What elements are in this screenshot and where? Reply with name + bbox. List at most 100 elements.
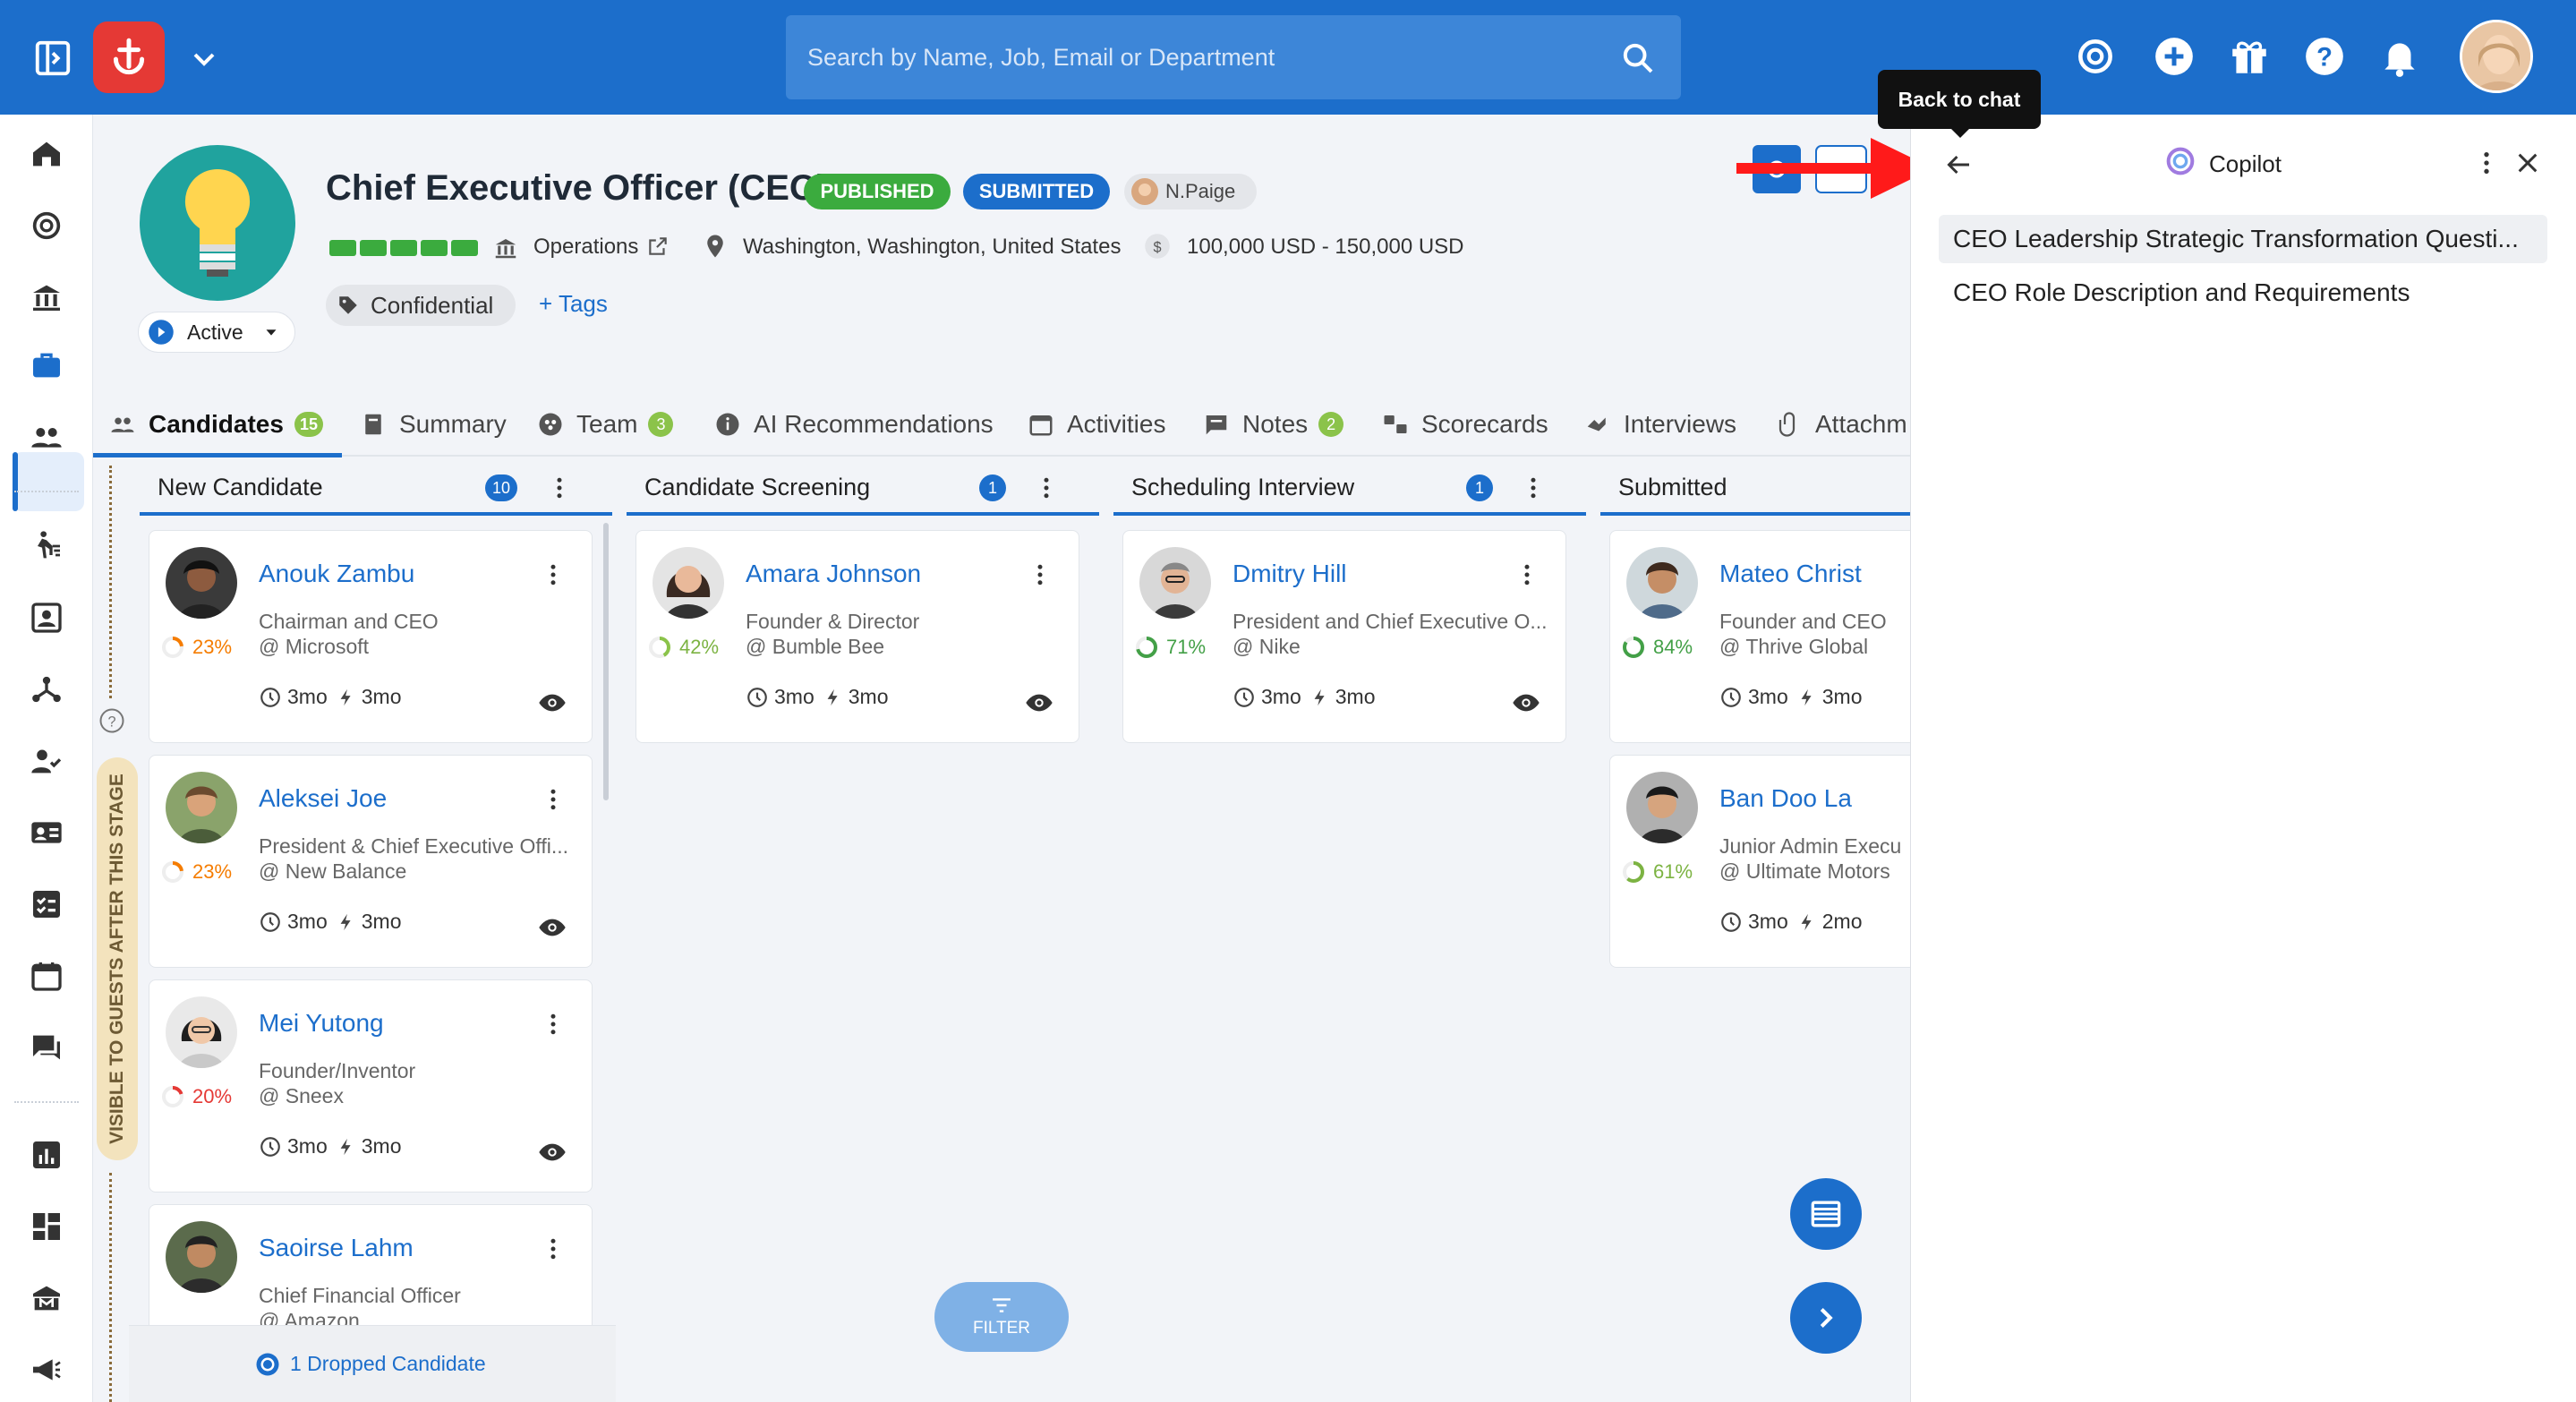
kebab-icon[interactable] xyxy=(546,474,573,501)
column-submitted[interactable]: Submitted xyxy=(1600,462,1910,516)
department-link[interactable]: Operations xyxy=(533,235,638,260)
external-link-icon[interactable] xyxy=(646,235,670,258)
list-view-button[interactable] xyxy=(1790,1178,1862,1250)
back-arrow-icon[interactable] xyxy=(1942,149,1975,181)
progress-segment xyxy=(360,240,387,256)
kebab-icon[interactable] xyxy=(2472,149,2501,177)
help-icon[interactable]: ? xyxy=(2302,34,2347,79)
eye-icon[interactable] xyxy=(1025,688,1053,717)
top-bar: ? xyxy=(0,0,2576,115)
search-input[interactable] xyxy=(786,15,1591,99)
candidate-name[interactable]: Aleksei Joe xyxy=(259,784,387,813)
candidate-name[interactable]: Mei Yutong xyxy=(259,1009,384,1038)
contact-card-icon[interactable] xyxy=(29,600,64,636)
score-ring-icon xyxy=(1136,637,1157,658)
chevron-down-icon[interactable] xyxy=(186,41,222,77)
guest-visibility-label: VISIBLE TO GUESTS AFTER THIS STAGE xyxy=(97,757,138,1160)
candidate-card[interactable]: Saoirse Lahm Chief Financial Officer @ A… xyxy=(149,1204,593,1325)
dropped-label: 1 Dropped Candidate xyxy=(290,1352,486,1375)
copilot-chat-item[interactable]: CEO Role Description and Requirements xyxy=(1939,269,2547,317)
kebab-icon[interactable] xyxy=(1514,561,1540,588)
tab-summary[interactable]: Summary xyxy=(360,394,507,455)
plus-circle-icon[interactable] xyxy=(2152,34,2196,79)
copilot-chat-item[interactable]: CEO Leadership Strategic Transformation … xyxy=(1939,215,2547,263)
megaphone-icon[interactable] xyxy=(29,1352,64,1388)
lightning-icon xyxy=(827,688,838,705)
close-icon[interactable] xyxy=(2513,149,2542,177)
tab-label: Attachm xyxy=(1815,410,1907,438)
filter-button[interactable]: FILTER xyxy=(934,1282,1069,1352)
next-button[interactable] xyxy=(1790,1282,1862,1354)
tab-team[interactable]: Team 3 xyxy=(537,394,674,455)
tab-candidates[interactable]: Candidates 15 xyxy=(109,394,323,455)
id-card-icon[interactable] xyxy=(29,815,64,851)
kebab-icon[interactable] xyxy=(1027,561,1053,588)
status-dropdown[interactable]: Active xyxy=(138,312,295,353)
candidate-name[interactable]: Ban Doo La xyxy=(1719,784,1852,813)
owner-chip[interactable]: N.Paige xyxy=(1124,174,1257,209)
dropped-candidates-link[interactable]: 1 Dropped Candidate xyxy=(129,1325,616,1402)
kebab-icon[interactable] xyxy=(540,1011,567,1038)
walking-person-icon[interactable] xyxy=(29,528,64,564)
openai-icon[interactable] xyxy=(2073,34,2118,79)
calendar-icon[interactable] xyxy=(29,958,64,994)
kebab-icon[interactable] xyxy=(1033,474,1060,501)
candidate-card[interactable]: Anouk Zambu Chairman and CEO @ Microsoft… xyxy=(149,530,593,743)
sidebar-toggle-icon[interactable] xyxy=(32,38,73,79)
tab-attachments[interactable]: Attachm xyxy=(1776,394,1907,455)
tab-notes[interactable]: Notes 2 xyxy=(1203,394,1344,455)
candidate-card[interactable]: Aleksei Joe President & Chief Executive … xyxy=(149,755,593,968)
global-search[interactable] xyxy=(786,15,1681,99)
openai-nav-icon[interactable] xyxy=(29,208,64,244)
tab-ai-recommendations[interactable]: AI Recommendations xyxy=(714,394,994,455)
kebab-icon[interactable] xyxy=(540,1235,567,1262)
app-logo[interactable] xyxy=(93,21,165,93)
candidate-card[interactable]: Ban Doo La Junior Admin Execu @ Ultimate… xyxy=(1609,755,1910,968)
kebab-icon[interactable] xyxy=(540,786,567,813)
person-check-icon[interactable] xyxy=(29,743,64,779)
eye-icon[interactable] xyxy=(538,913,567,942)
tab-scorecards[interactable]: Scorecards xyxy=(1382,394,1548,455)
candidate-name[interactable]: Amara Johnson xyxy=(746,560,921,588)
bell-icon[interactable] xyxy=(2377,34,2422,79)
candidate-photo xyxy=(166,772,237,843)
briefcase-icon[interactable] xyxy=(29,347,64,383)
gift-icon[interactable] xyxy=(2227,34,2272,79)
dollar-icon: $ xyxy=(1145,234,1170,259)
column-new-candidate[interactable]: New Candidate 10 xyxy=(140,462,612,516)
people-icon[interactable] xyxy=(29,419,64,455)
network-icon[interactable] xyxy=(29,671,64,707)
add-tags-button[interactable]: + Tags xyxy=(539,290,608,318)
column-scrollbar[interactable] xyxy=(603,523,609,800)
candidate-card[interactable]: Dmitry Hill President and Chief Executiv… xyxy=(1122,530,1566,743)
filter-icon xyxy=(993,1298,1011,1312)
column-candidate-screening[interactable]: Candidate Screening 1 xyxy=(627,462,1099,516)
bar-chart-icon[interactable] xyxy=(29,1137,64,1173)
checklist-icon[interactable] xyxy=(29,886,64,922)
candidate-card[interactable]: Mateo Christ Founder and CEO @ Thrive Gl… xyxy=(1609,530,1910,743)
column-count-badge: 10 xyxy=(485,474,518,501)
museum-icon[interactable] xyxy=(29,1280,64,1316)
candidate-name[interactable]: Dmitry Hill xyxy=(1233,560,1347,588)
candidate-card[interactable]: Amara Johnson Founder & Director @ Bumbl… xyxy=(635,530,1079,743)
tab-interviews[interactable]: Interviews xyxy=(1584,394,1736,455)
chat-icon[interactable] xyxy=(29,1030,64,1065)
eye-icon[interactable] xyxy=(538,688,567,717)
column-scheduling-interview[interactable]: Scheduling Interview 1 xyxy=(1113,462,1586,516)
search-icon[interactable] xyxy=(1620,40,1656,76)
eye-icon[interactable] xyxy=(1512,688,1540,717)
tab-activities[interactable]: Activities xyxy=(1028,394,1165,455)
home-icon[interactable] xyxy=(29,136,64,172)
user-avatar[interactable] xyxy=(2460,20,2533,93)
kebab-icon[interactable] xyxy=(540,561,567,588)
candidate-name[interactable]: Mateo Christ xyxy=(1719,560,1862,588)
bank-icon[interactable] xyxy=(29,279,64,315)
eye-icon[interactable] xyxy=(538,1138,567,1167)
candidate-name[interactable]: Anouk Zambu xyxy=(259,560,414,588)
dashboard-icon[interactable] xyxy=(29,1209,64,1244)
help-outline-icon[interactable]: ? xyxy=(98,707,125,734)
candidate-name[interactable]: Saoirse Lahm xyxy=(259,1234,414,1262)
candidate-card[interactable]: Mei Yutong Founder/Inventor @ Sneex 20% … xyxy=(149,979,593,1193)
kebab-icon[interactable] xyxy=(1520,474,1547,501)
confidential-tag[interactable]: Confidential xyxy=(326,285,516,326)
